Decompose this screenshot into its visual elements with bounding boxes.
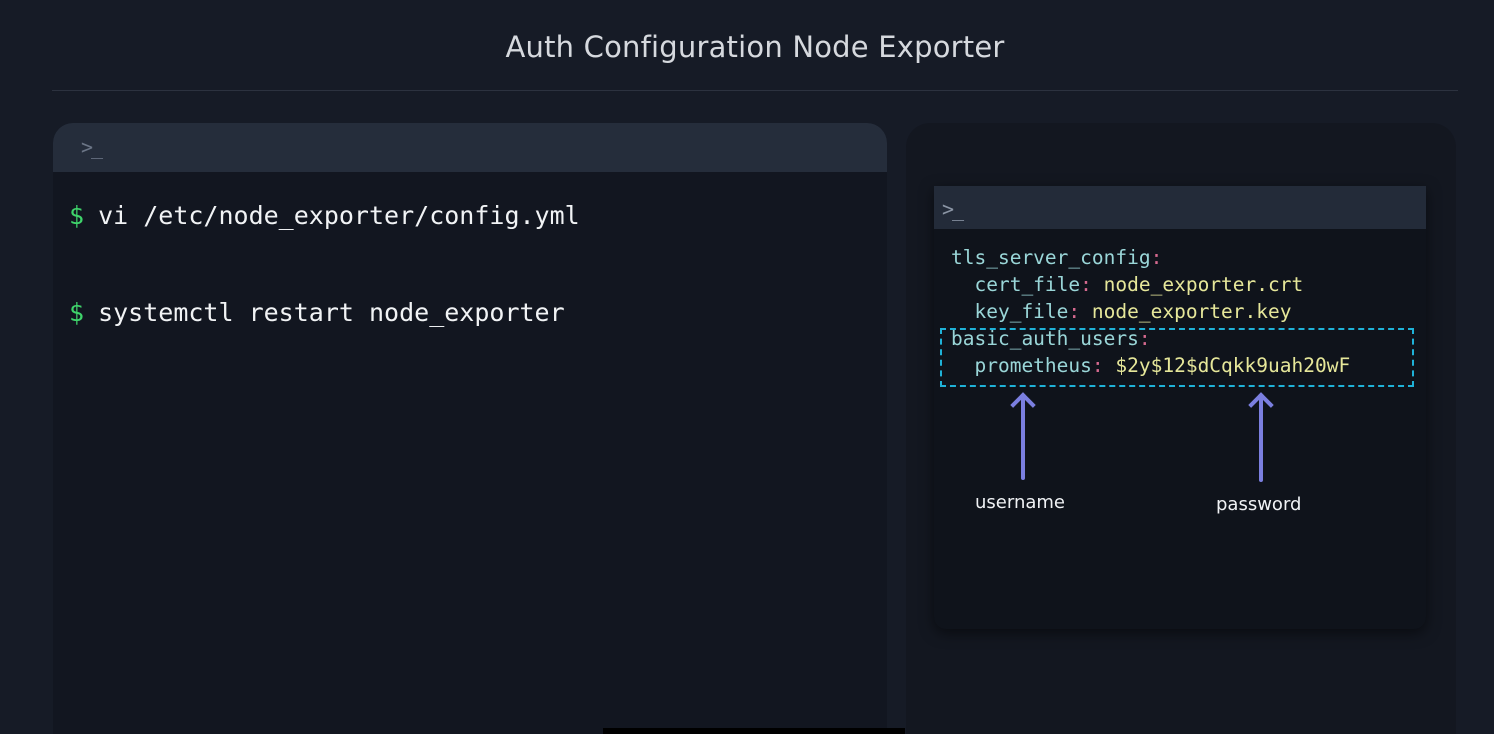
config-terminal-titlebar: >_: [934, 186, 1426, 229]
command-text-vi: vi /etc/node_exporter/config.yml: [98, 201, 580, 230]
yaml-value-cert-file: node_exporter.crt: [1103, 273, 1304, 296]
yaml-key-cert-file: cert_file: [974, 273, 1081, 296]
command-line-1: $ vi /etc/node_exporter/config.yml: [69, 201, 580, 230]
basic-auth-highlight-box: [940, 328, 1414, 387]
username-label: username: [975, 492, 1065, 513]
title-divider: [52, 90, 1458, 91]
config-terminal-window[interactable]: >_ tls_server_config: cert_file: node_ex…: [934, 186, 1426, 629]
command-line-2: $ systemctl restart node_exporter: [69, 298, 565, 327]
left-terminal-window[interactable]: >_ $ vi /etc/node_exporter/config.yml $ sy…: [53, 123, 887, 734]
yaml-value-key-file: node_exporter.key: [1091, 300, 1292, 323]
left-terminal-titlebar: >_: [53, 123, 887, 172]
password-label: password: [1216, 494, 1302, 515]
terminal-prompt-icon: >_: [81, 135, 103, 159]
dollar-prompt: $: [69, 201, 85, 230]
command-text-systemctl: systemctl restart node_exporter: [98, 298, 565, 327]
yaml-key-tls: tls_server_config: [951, 246, 1151, 269]
bottom-strip: [603, 728, 905, 734]
dollar-prompt: $: [69, 298, 85, 327]
terminal-prompt-icon: >_: [942, 197, 964, 221]
page-title: Auth Configuration Node Exporter: [505, 30, 1005, 64]
yaml-key-key-file: key_file: [974, 300, 1069, 323]
